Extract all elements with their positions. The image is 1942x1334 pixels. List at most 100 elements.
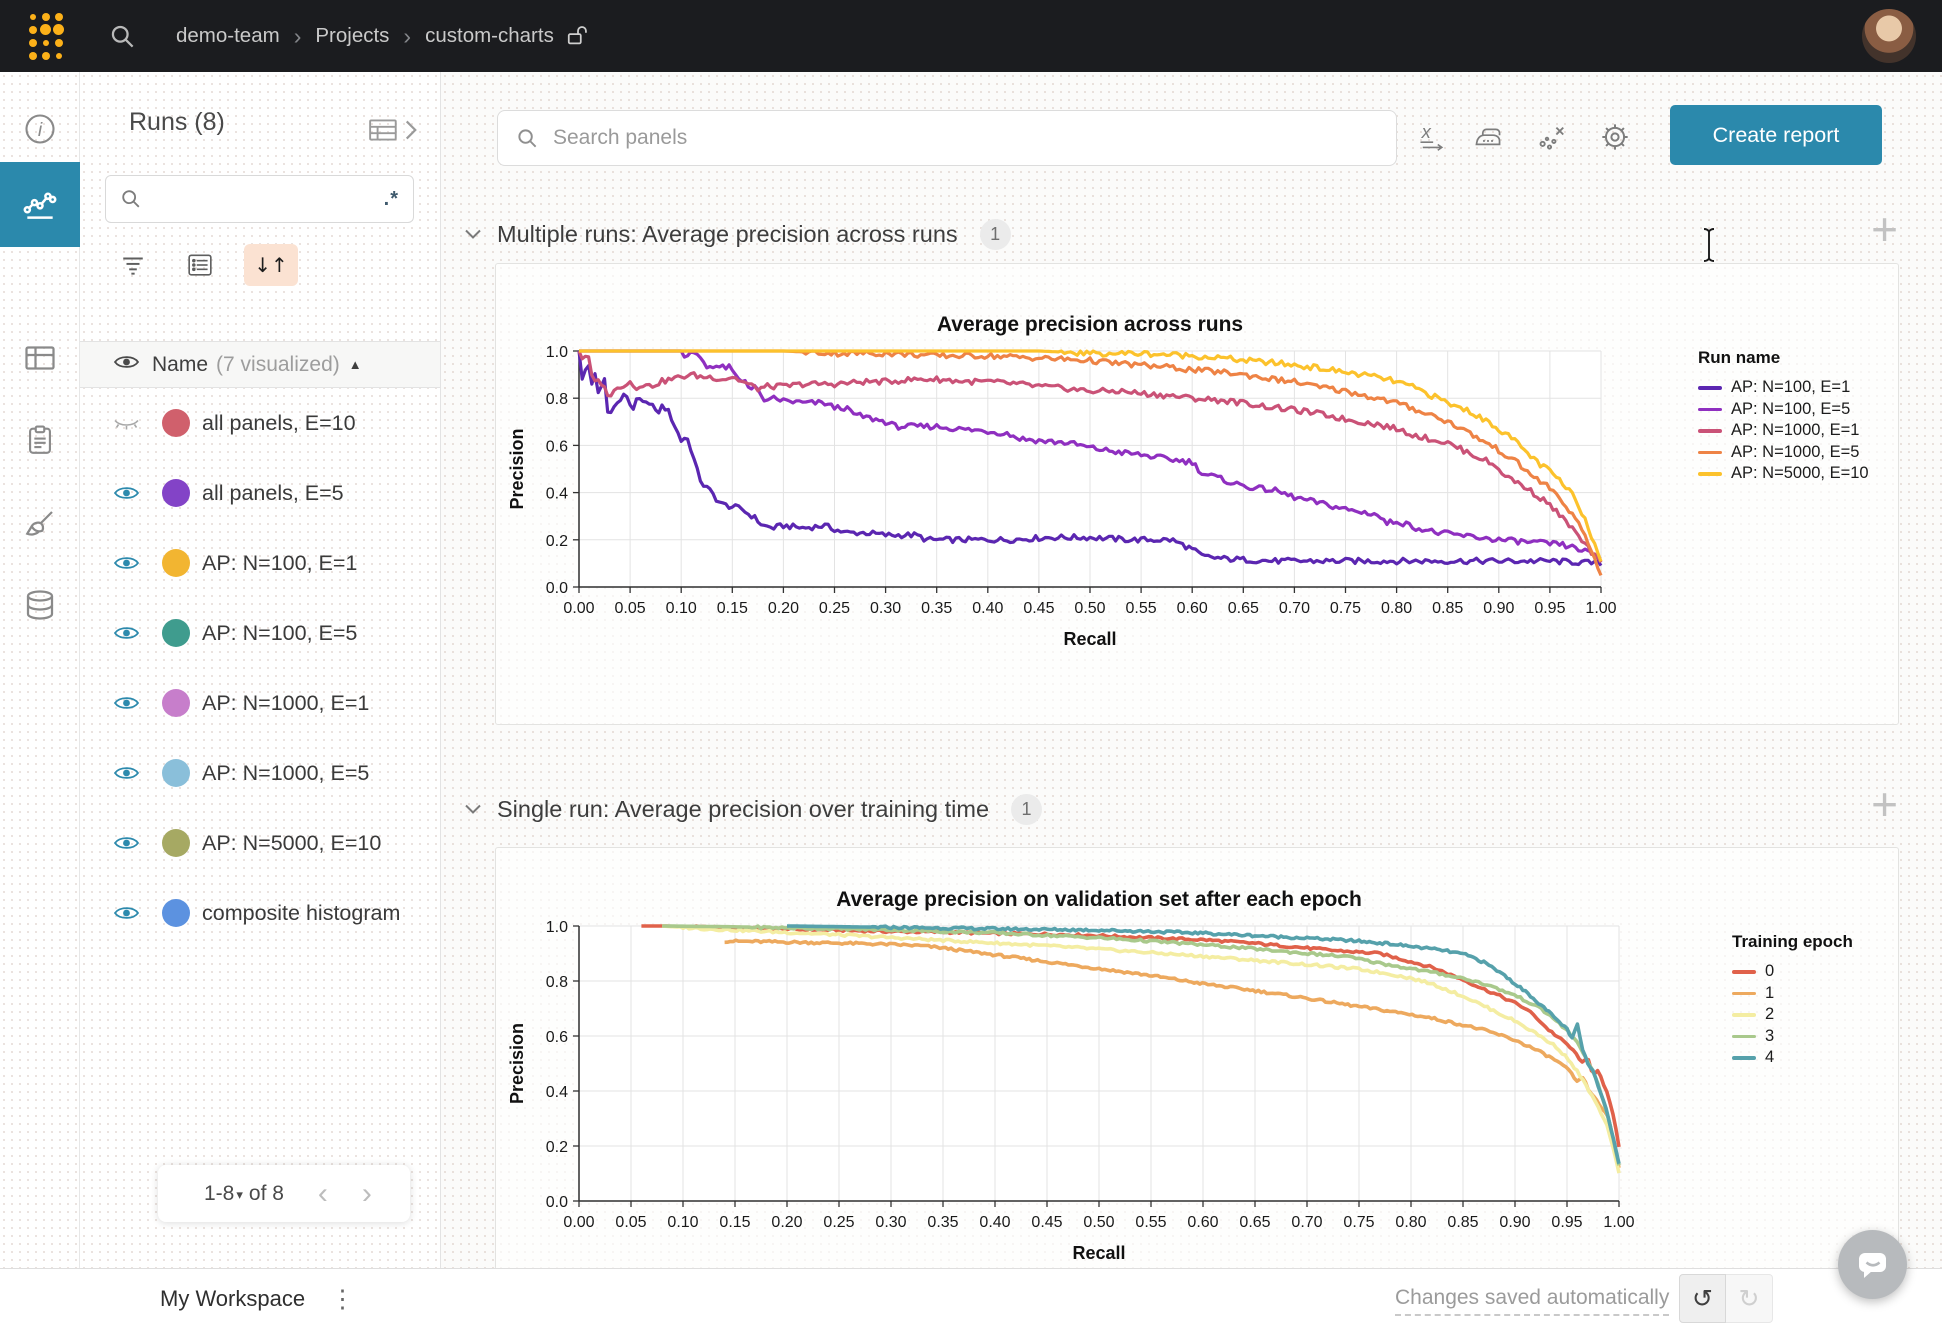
artifacts-icon[interactable] [0, 577, 80, 633]
sweeps-icon[interactable] [0, 496, 80, 552]
svg-text:0.30: 0.30 [875, 1214, 906, 1231]
settings-gear-icon[interactable] [1592, 114, 1638, 160]
breadcrumb-project[interactable]: custom-charts [425, 24, 554, 48]
support-chat-button[interactable] [1838, 1230, 1907, 1299]
chevron-right-icon [404, 119, 418, 141]
svg-text:0.15: 0.15 [719, 1214, 750, 1231]
eye-open-icon[interactable] [113, 903, 140, 923]
chart-panel-average-precision-per-epoch[interactable]: 0.000.050.100.150.200.250.300.350.400.45… [495, 847, 1899, 1268]
svg-text:0.6: 0.6 [546, 1029, 568, 1046]
run-name[interactable]: all panels, E=5 [202, 481, 344, 506]
name-column-label[interactable]: Name [152, 353, 208, 377]
svg-text:0.15: 0.15 [717, 600, 748, 617]
eye-open-icon[interactable] [113, 623, 140, 643]
run-color-dot [162, 479, 190, 507]
run-row[interactable]: AP: N=1000, E=1 [80, 668, 440, 738]
eye-open-icon[interactable] [113, 833, 140, 853]
svg-text:1.00: 1.00 [1585, 600, 1616, 617]
section-title[interactable]: Multiple runs: Average precision across … [497, 221, 958, 248]
add-panel-icon[interactable]: + [1871, 781, 1898, 827]
run-name[interactable]: all panels, E=10 [202, 411, 356, 436]
regex-toggle[interactable]: .* [384, 188, 399, 211]
breadcrumb-team[interactable]: demo-team [176, 24, 280, 48]
prev-page-button[interactable]: ‹ [318, 1179, 328, 1209]
next-page-button[interactable]: › [362, 1179, 372, 1209]
run-row[interactable]: composite histogram [80, 878, 440, 948]
legend-entry: AP: N=100, E=1 [1698, 377, 1908, 399]
x-axis-settings-icon[interactable]: x [1409, 114, 1455, 160]
wandb-logo[interactable] [26, 10, 65, 62]
runs-name-header[interactable]: Name (7 visualized) ▲ [80, 341, 440, 388]
overview-icon[interactable]: i [0, 100, 80, 158]
svg-text:Average precision on validatio: Average precision on validation set afte… [836, 888, 1362, 911]
breadcrumb-section[interactable]: Projects [315, 24, 389, 48]
run-row[interactable]: all panels, E=10 [80, 388, 440, 458]
legend-entry: AP: N=1000, E=1 [1698, 420, 1908, 442]
create-report-label: Create report [1713, 123, 1840, 148]
expand-runs-table-button[interactable] [368, 116, 418, 144]
chevron-down-icon[interactable] [463, 227, 483, 241]
add-panel-icon[interactable]: + [1871, 206, 1898, 252]
smoothing-icon[interactable] [1465, 114, 1511, 160]
eye-closed-icon[interactable] [113, 413, 140, 433]
eye-open-icon[interactable] [113, 553, 140, 573]
reports-icon[interactable] [0, 412, 80, 468]
panel-search-input[interactable] [551, 125, 1378, 151]
legend-title: Run name [1698, 348, 1908, 368]
sort-caret-icon[interactable]: ▲ [349, 357, 362, 372]
create-report-button[interactable]: Create report [1670, 105, 1882, 165]
run-name[interactable]: AP: N=1000, E=1 [202, 691, 369, 716]
search-icon [516, 127, 539, 150]
run-name[interactable]: composite histogram [202, 901, 400, 926]
eye-icon[interactable] [113, 352, 140, 377]
svg-text:1.0: 1.0 [546, 919, 568, 936]
group-runs-button[interactable] [177, 244, 223, 286]
run-name[interactable]: AP: N=100, E=5 [202, 621, 357, 646]
panel-search-box[interactable] [497, 110, 1397, 166]
tables-icon[interactable] [0, 330, 80, 386]
run-name[interactable]: AP: N=1000, E=5 [202, 761, 369, 786]
undo-button[interactable]: ↺ [1679, 1274, 1726, 1323]
section-title[interactable]: Single run: Average precision over train… [497, 796, 989, 823]
chart-panel-average-precision-across-runs[interactable]: 0.000.050.100.150.200.250.300.350.400.45… [495, 263, 1899, 725]
redo-button[interactable]: ↻ [1726, 1274, 1773, 1323]
legend-entry: 4 [1732, 1047, 1942, 1069]
run-row[interactable]: AP: N=1000, E=5 [80, 738, 440, 808]
run-row[interactable]: AP: N=100, E=5 [80, 598, 440, 668]
runs-panel-title: Runs (8) [129, 108, 225, 137]
run-name[interactable]: AP: N=100, E=1 [202, 551, 357, 576]
run-row[interactable]: AP: N=100, E=1 [80, 528, 440, 598]
workspace-menu-icon[interactable]: ⋮ [330, 1284, 355, 1314]
runs-sidebar: Runs (8) .* ↓↑ Name (7 visualized) ▲ all [80, 72, 441, 1268]
chevron-down-icon[interactable] [463, 802, 483, 816]
run-color-dot [162, 619, 190, 647]
eye-open-icon[interactable] [113, 483, 140, 503]
run-row[interactable]: all panels, E=5 [80, 458, 440, 528]
runs-search-box[interactable]: .* [105, 175, 414, 223]
svg-text:0.2: 0.2 [546, 533, 568, 550]
page-range[interactable]: 1-8 [204, 1182, 234, 1206]
undo-redo-group: ↺ ↻ [1679, 1274, 1773, 1323]
run-name[interactable]: AP: N=5000, E=10 [202, 831, 381, 856]
svg-text:0.75: 0.75 [1330, 600, 1361, 617]
global-search-icon[interactable] [109, 23, 136, 50]
caret-down-icon[interactable]: ▾ [236, 1187, 243, 1203]
run-row[interactable]: AP: N=5000, E=10 [80, 808, 440, 878]
svg-text:0.50: 0.50 [1074, 600, 1105, 617]
eye-open-icon[interactable] [113, 763, 140, 783]
svg-text:0.85: 0.85 [1447, 1214, 1478, 1231]
unlock-icon[interactable] [566, 23, 590, 49]
runs-search-input[interactable] [152, 187, 384, 211]
legend-entry: AP: N=100, E=5 [1698, 399, 1908, 421]
user-avatar[interactable] [1862, 9, 1916, 63]
svg-text:0.35: 0.35 [927, 1214, 958, 1231]
svg-text:0.40: 0.40 [972, 600, 1003, 617]
eye-open-icon[interactable] [113, 693, 140, 713]
svg-text:0.75: 0.75 [1343, 1214, 1374, 1231]
sort-runs-button[interactable]: ↓↑ [244, 244, 298, 286]
filter-runs-button[interactable] [110, 244, 156, 286]
outliers-icon[interactable] [1529, 114, 1575, 160]
workspace-selector[interactable]: My Workspace [160, 1286, 305, 1312]
chart-svg-2: 0.000.050.100.150.200.250.300.350.400.45… [496, 848, 1900, 1268]
charts-workspace-icon[interactable] [0, 162, 80, 247]
